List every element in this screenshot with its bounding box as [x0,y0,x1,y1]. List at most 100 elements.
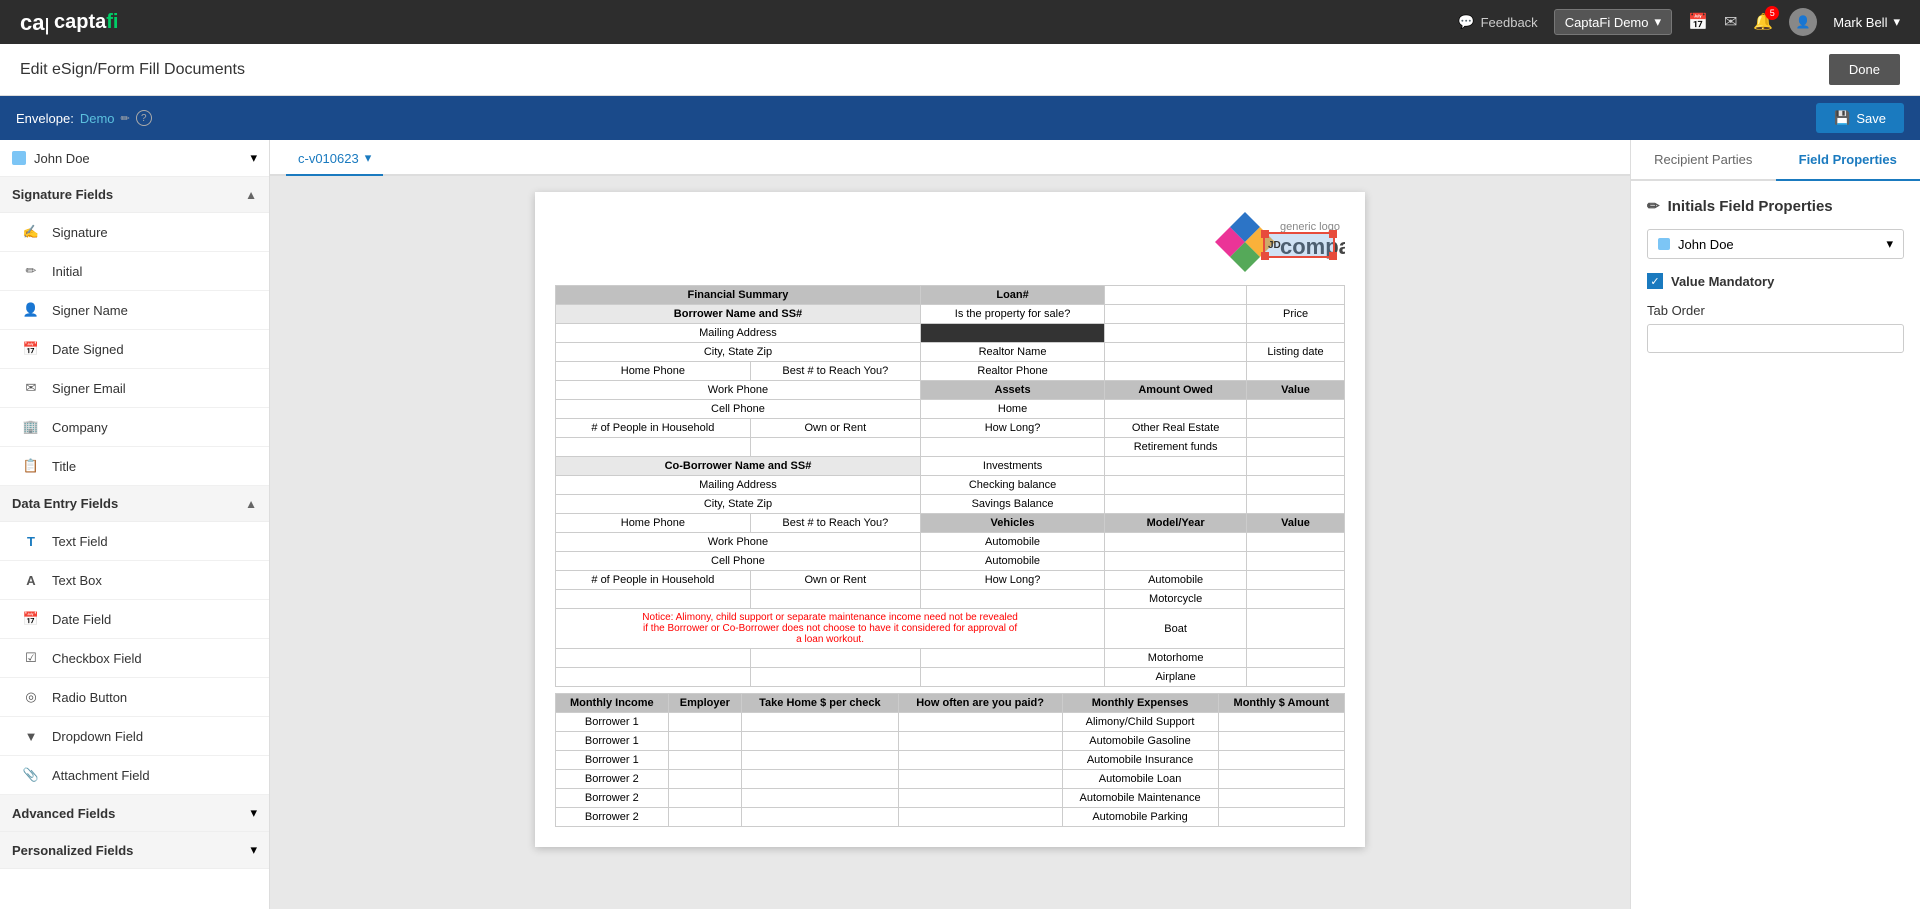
field-attachment[interactable]: 📎 Attachment Field [0,756,269,795]
field-text-box[interactable]: A Text Box [0,561,269,600]
text-field-label: Text Field [52,534,108,549]
tab-recipient-parties[interactable]: Recipient Parties [1631,140,1776,179]
envelope-name[interactable]: Demo [80,111,115,126]
field-text-field[interactable]: T Text Field [0,522,269,561]
text-field-icon: T [20,530,42,552]
title-label: Title [52,459,76,474]
table-cell [920,324,1104,343]
notification-area[interactable]: 🔔 5 [1753,12,1773,32]
advanced-fields-header[interactable]: Advanced Fields ▾ [0,795,269,832]
tab-order-input[interactable] [1647,324,1904,353]
field-date-signed[interactable]: 📅 Date Signed [0,330,269,369]
envelope-help-icon[interactable]: ? [136,110,152,126]
table-cell: Automobile Insurance [1062,751,1218,770]
recipient-color-dot [12,151,26,165]
table-cell [1247,649,1345,668]
table-cell: Other Real Estate [1105,419,1247,438]
table-cell [898,713,1062,732]
field-properties-tab-label: Field Properties [1799,152,1897,167]
table-cell: Monthly Expenses [1062,694,1218,713]
recipient-selector[interactable]: John Doe ▾ [0,140,269,177]
user-info[interactable]: Mark Bell ▾ [1833,14,1900,30]
table-cell: Mailing Address [556,324,921,343]
signature-fields-header[interactable]: Signature Fields ▲ [0,177,269,213]
table-cell: Checking balance [920,476,1104,495]
table-cell [668,808,742,827]
field-signature[interactable]: ✍ Signature [0,213,269,252]
table-cell [1105,324,1247,343]
signature-fields-toggle-icon: ▲ [245,188,257,202]
table-cell: Model/Year [1105,514,1247,533]
tab-order-row: Tab Order [1647,303,1904,353]
table-cell [1247,324,1345,343]
value-mandatory-checkbox[interactable]: ✓ [1647,273,1663,289]
save-label: Save [1856,111,1886,126]
table-cell [1247,495,1345,514]
table-cell: Borrower 2 [556,789,669,808]
table-cell: Home [920,400,1104,419]
doc-tab-dropdown-icon: ▾ [365,150,372,166]
table-cell: Best # to Reach You? [750,514,920,533]
company-selector[interactable]: CaptaFi Demo ▾ [1554,9,1672,35]
table-cell: How often are you paid? [898,694,1062,713]
table-cell: Amount Owed [1105,381,1247,400]
table-cell [1247,400,1345,419]
table-cell [556,590,751,609]
table-cell [1247,571,1345,590]
calendar-icon[interactable]: 📅 [1688,12,1708,32]
document-area: c-v010623 ▾ generic lo [270,140,1630,909]
initials-field[interactable]: JD [1263,232,1335,258]
personalized-fields-header[interactable]: Personalized Fields ▾ [0,832,269,869]
field-company[interactable]: 🏢 Company [0,408,269,447]
page-title: Edit eSign/Form Fill Documents [20,61,245,79]
table-cell: Co-Borrower Name and SS# [556,457,921,476]
table-cell: # of People in Household [556,571,751,590]
envelope-edit-icon[interactable]: ✏ [121,112,130,125]
envelope-label: Envelope: Demo ✏ ? [16,110,152,126]
resize-handle-tl[interactable] [1261,230,1269,238]
field-checkbox[interactable]: ☑ Checkbox Field [0,639,269,678]
value-mandatory-row: ✓ Value Mandatory [1647,273,1904,289]
done-button[interactable]: Done [1829,54,1900,85]
resize-handle-br[interactable] [1329,252,1337,260]
date-signed-label: Date Signed [52,342,124,357]
table-cell [920,649,1104,668]
data-entry-fields-header[interactable]: Data Entry Fields ▲ [0,486,269,522]
table-cell [742,713,899,732]
save-button[interactable]: 💾 Save [1816,103,1904,133]
table-cell: Work Phone [556,533,921,552]
top-nav: capta captafi 💬 Feedback CaptaFi Demo ▾ … [0,0,1920,44]
resize-handle-tr[interactable] [1329,230,1337,238]
table-cell [668,713,742,732]
table-cell: Value [1247,381,1345,400]
data-entry-fields-title: Data Entry Fields [12,496,118,511]
document-page: generic logo company JD [535,192,1365,847]
field-signer-email[interactable]: ✉ Signer Email [0,369,269,408]
table-cell: Realtor Name [920,343,1104,362]
field-radio[interactable]: ◎ Radio Button [0,678,269,717]
mail-icon[interactable]: ✉ [1724,12,1737,32]
document-tab[interactable]: c-v010623 ▾ [286,142,383,176]
tab-field-properties[interactable]: Field Properties [1776,140,1920,181]
field-date-field[interactable]: 📅 Date Field [0,600,269,639]
field-signer-name[interactable]: 👤 Signer Name [0,291,269,330]
main-content: John Doe ▾ Signature Fields ▲ ✍ Signatur… [0,140,1920,909]
table-cell: Boat [1105,609,1247,649]
notice-text: Notice: Alimony, child support or separa… [556,609,1105,649]
table-cell: Is the property for sale? [920,305,1104,324]
recipient-dropdown[interactable]: John Doe ▾ [1647,229,1904,259]
table-cell: Automobile [920,552,1104,571]
table-cell: Own or Rent [750,419,920,438]
table-cell [668,732,742,751]
recipient-dropdown-name: John Doe [1678,237,1734,252]
field-title[interactable]: 📋 Title [0,447,269,486]
field-initial[interactable]: ✏ Initial [0,252,269,291]
resize-handle-bl[interactable] [1261,252,1269,260]
table-cell: City, State Zip [556,343,921,362]
field-dropdown[interactable]: ▼ Dropdown Field [0,717,269,756]
table-cell: Own or Rent [750,571,920,590]
feedback-button[interactable]: 💬 Feedback [1458,14,1537,30]
table-header-loan: Loan# [920,286,1104,305]
attachment-label: Attachment Field [52,768,150,783]
company-icon: 🏢 [20,416,42,438]
